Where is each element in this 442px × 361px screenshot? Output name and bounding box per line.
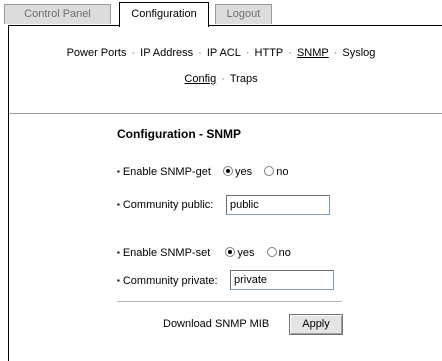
subnav-traps[interactable]: Traps [230,73,258,85]
nav-separator: · [245,47,250,59]
community-private-input[interactable]: private [230,270,334,290]
snmp-get-yes-radio[interactable] [223,166,234,176]
snmp-set-yes-radio[interactable] [225,247,236,257]
snmp-set-no-radio[interactable] [266,247,277,257]
snmp-set-yes-label: yes [237,247,255,259]
community-public-input[interactable]: public [226,195,330,215]
nav-separator: · [221,73,225,85]
section-divider [9,113,442,114]
tab-control-panel[interactable]: Control Panel [4,4,111,24]
tab-configuration[interactable]: Configuration [119,2,209,27]
snmp-get-no-label: no [276,166,289,178]
nav-power-ports[interactable]: Power Ports [67,47,127,59]
apply-button[interactable]: Apply [289,314,343,335]
nav-syslog[interactable]: Syslog [342,47,375,59]
community-public-row: ▪ Community public: [117,199,213,211]
page-title: Configuration - SNMP [117,127,241,141]
snmp-set-label: Enable SNMP-set [122,247,211,259]
community-private-row: ▪ Community private: [117,275,218,287]
community-private-label: Community private: [122,275,218,287]
tab-bar: Control Panel Configuration Logout [0,0,442,27]
bullet-icon: ▪ [117,248,120,257]
nav-ip-acl[interactable]: IP ACL [207,47,241,59]
snmp-set-no-label: no [278,247,291,259]
nav-separator: · [198,47,202,59]
snmp-get-row: ▪ Enable SNMP-get yes no [117,166,289,178]
nav-separator: · [333,47,338,59]
nav-http[interactable]: HTTP [255,47,284,59]
snmp-get-no-radio[interactable] [264,166,275,176]
nav-ip-address[interactable]: IP Address [140,47,193,59]
nav-snmp[interactable]: SNMP [297,47,329,59]
tab-logout[interactable]: Logout [215,4,272,24]
secondary-nav: Config · Traps [0,73,442,85]
snmp-get-label: Enable SNMP-get [122,166,211,178]
snmp-get-yes-label: yes [235,166,253,178]
download-snmp-mib-link[interactable]: Download SNMP MIB [163,318,269,330]
nav-separator: · [288,47,292,59]
bullet-icon: ▪ [117,276,120,285]
community-public-label: Community public: [122,199,214,211]
primary-nav: Power Ports · IP Address · IP ACL · HTTP · SNMP ·… [0,47,442,59]
bullet-icon: ▪ [117,200,120,209]
snmp-set-row: ▪ Enable SNMP-set yes no [117,247,291,259]
nav-separator: · [131,47,136,59]
subnav-config[interactable]: Config [184,73,216,85]
bullet-icon: ▪ [117,167,120,176]
form-divider [117,301,342,302]
